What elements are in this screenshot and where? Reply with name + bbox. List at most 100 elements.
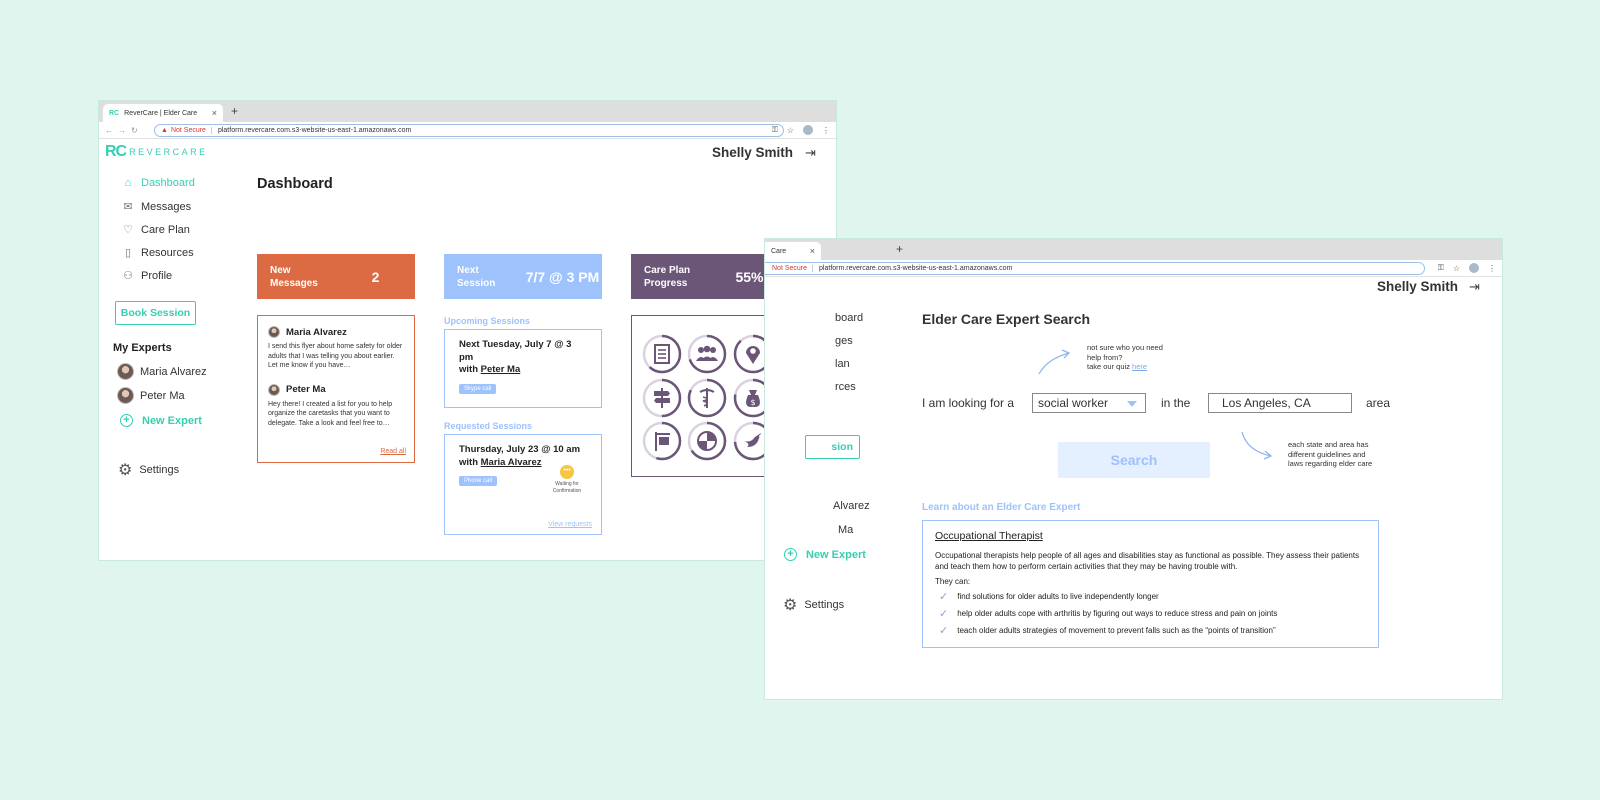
url-text: platform.revercare.com.s3-website-us-eas… — [819, 265, 1013, 272]
close-tab-icon[interactable]: × — [810, 246, 815, 256]
area-arrow-icon — [1241, 431, 1273, 460]
close-tab-icon[interactable]: × — [212, 108, 217, 118]
user-name: Shelly Smith — [1377, 279, 1459, 294]
browser-tab[interactable]: RC ReverCare | Elder Care × — [103, 104, 223, 122]
view-requests-link[interactable]: View requests — [548, 521, 592, 528]
requested-session-card[interactable]: Thursday, July 23 @ 10 am with Maria Alv… — [444, 434, 602, 535]
upcoming-sessions-heading: Upcoming Sessions — [444, 316, 531, 326]
url-field[interactable]: Not Secure platform.revercare.com.s3-web… — [765, 262, 1425, 275]
url-field[interactable]: ▲ Not Secure platform.revercare.com.s3-w… — [154, 124, 784, 137]
sidebar-item-resources[interactable]: rces — [835, 381, 856, 393]
page-title: Elder Care Expert Search — [922, 311, 1091, 327]
new-expert-button[interactable]: + New Expert — [120, 414, 202, 427]
user-icon: ⚇ — [123, 270, 133, 282]
sidebar-item-care-plan[interactable]: lan — [835, 358, 850, 370]
session-time: Thursday, July 23 @ 10 am — [459, 444, 581, 455]
status-text: Waiting for Confirmation — [552, 481, 582, 494]
new-expert-button[interactable]: + New Expert — [784, 548, 866, 561]
new-tab-icon[interactable]: + — [231, 104, 238, 118]
expert-item[interactable]: Peter Ma — [117, 387, 185, 404]
checklist-icon[interactable] — [642, 334, 682, 374]
settings-label: Settings — [139, 464, 180, 476]
page-title: Dashboard — [257, 176, 333, 192]
logout-icon[interactable]: ⇥ — [805, 145, 816, 161]
star-icon[interactable]: ☆ — [1453, 264, 1460, 273]
sidebar-item-dashboard[interactable]: board — [835, 312, 863, 324]
profile-icon[interactable] — [1469, 263, 1479, 273]
session-expert-link[interactable]: Maria Alvarez — [481, 457, 542, 468]
nav-buttons-icon[interactable]: ←→↻ — [99, 126, 143, 135]
sidebar-item-resources[interactable]: ▯ Resources — [121, 246, 194, 260]
sidebar-item-label: board — [835, 312, 864, 324]
new-expert-label: New Expert — [806, 548, 866, 561]
sidebar-item-label: lan — [835, 358, 850, 370]
read-all-link[interactable]: Read all — [380, 448, 406, 455]
logo[interactable]: RC REVERCARE — [105, 143, 208, 161]
search-sentence-middle: in the — [1161, 396, 1191, 410]
location-value: Los Angeles, CA — [1222, 396, 1311, 410]
sidebar-item-care-plan[interactable]: ♡ Care Plan — [121, 223, 190, 237]
address-bar-actions: ⚿ ☆ ⋮ — [1438, 263, 1496, 273]
message-sender[interactable]: Maria Alvarez — [268, 326, 405, 338]
message-preview[interactable]: Hey there! I created a list for you to h… — [268, 400, 405, 429]
quiz-link[interactable]: here — [1132, 362, 1147, 371]
tab-title: ReverCare | Elder Care — [124, 109, 198, 117]
messages-card: Maria Alvarez I send this flyer about ho… — [257, 315, 415, 463]
check-icon: ✓ — [939, 591, 949, 603]
settings-link[interactable]: ⚙ Settings — [118, 460, 179, 480]
profile-icon[interactable] — [803, 125, 813, 135]
info-title[interactable]: Occupational Therapist — [935, 530, 1366, 542]
medical-icon[interactable] — [687, 378, 727, 418]
book-session-button[interactable]: sion — [805, 435, 860, 459]
gear-icon: ⚙ — [118, 462, 133, 479]
area-note: each state and area has different guidel… — [1288, 440, 1372, 469]
shield-icon[interactable] — [687, 421, 727, 461]
sidebar-item-profile[interactable]: ⚇ Profile — [121, 269, 172, 283]
area-note-line: different guidelines and — [1288, 449, 1366, 459]
key-icon[interactable]: ⚿ — [772, 125, 778, 135]
expert-type-select[interactable]: social worker — [1032, 393, 1146, 413]
sidebar-item-dashboard[interactable]: ⌂ Dashboard — [121, 177, 195, 189]
expert-type-value: social worker — [1038, 396, 1109, 410]
session-expert-link[interactable]: Peter Ma — [481, 364, 521, 375]
upcoming-session-card[interactable]: Next Tuesday, July 7 @ 3 pm with Peter M… — [444, 329, 602, 408]
info-description: Occupational therapists help people of a… — [935, 551, 1360, 571]
logout-icon[interactable]: ⇥ — [1469, 279, 1480, 295]
session-type-badge: Skype call — [459, 383, 497, 394]
book-session-button[interactable]: Book Session — [115, 301, 196, 325]
settings-link[interactable]: ⚙ Settings — [783, 595, 844, 615]
menu-icon[interactable]: ⋮ — [1488, 264, 1496, 273]
star-icon[interactable]: ☆ — [787, 126, 794, 135]
house-sign-icon[interactable] — [642, 421, 682, 461]
search-button[interactable]: Search — [1058, 442, 1210, 478]
message-preview[interactable]: I send this flyer about home safety for … — [268, 342, 405, 371]
expert-item[interactable]: Alvarez — [833, 500, 870, 512]
sidebar-item-label: Dashboard — [141, 177, 195, 189]
avatar — [117, 387, 134, 404]
app-content: RC REVERCARE Shelly Smith ⇥ ⌂ Dashboard … — [99, 140, 836, 560]
menu-icon[interactable]: ⋮ — [822, 126, 830, 135]
sidebar-item-label: Resources — [141, 246, 194, 259]
message-sender[interactable]: Peter Ma — [268, 383, 405, 396]
new-tab-icon[interactable]: + — [896, 242, 903, 256]
sidebar-item-messages[interactable]: ges — [835, 335, 853, 347]
stat-new-messages[interactable]: New Messages 2 — [257, 254, 415, 299]
sidebar-item-label: ges — [835, 335, 853, 347]
heart-icon: ♡ — [123, 224, 133, 236]
url-text: platform.revercare.com.s3-website-us-eas… — [217, 127, 412, 134]
stat-next-session[interactable]: Next Session 7/7 @ 3 PM — [444, 254, 602, 299]
expert-name: Peter Ma — [140, 389, 185, 402]
sidebar-item-messages[interactable]: ✉ Messages — [121, 200, 191, 214]
signpost-icon[interactable] — [642, 378, 682, 418]
expert-name: Maria Alvarez — [140, 365, 207, 378]
quiz-note-line: take our quiz — [1087, 362, 1130, 371]
expert-item[interactable]: Ma — [838, 524, 853, 536]
learn-heading: Learn about an Elder Care Expert — [922, 502, 1081, 513]
expert-item[interactable]: Maria Alvarez — [117, 363, 207, 380]
browser-tab[interactable]: Care × — [765, 242, 821, 260]
new-expert-label: New Expert — [142, 414, 202, 427]
location-input[interactable]: Los Angeles, CA — [1208, 393, 1352, 413]
avatar — [117, 363, 134, 380]
group-icon[interactable] — [687, 334, 727, 374]
key-icon[interactable]: ⚿ — [1438, 263, 1444, 273]
